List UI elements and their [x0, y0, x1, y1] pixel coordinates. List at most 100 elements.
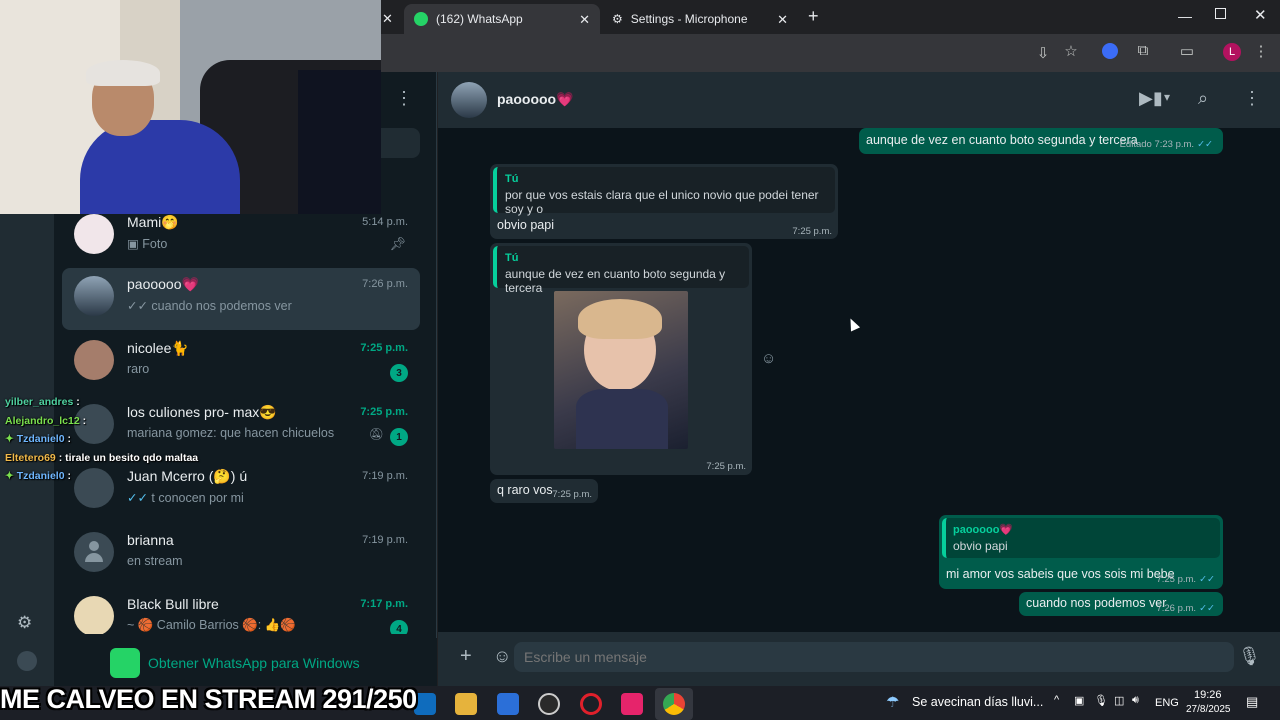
stream-chat-message: tirale un besito qdo maltaa: [65, 452, 199, 464]
conversation-header: paooooo💗 ▶▮ ▾ ⌕ ⋮: [438, 72, 1280, 128]
edited-label: Editado: [1119, 139, 1152, 150]
default-avatar-icon: [74, 532, 114, 572]
message-time: 7:25 p.m.: [552, 489, 592, 500]
image-attachment[interactable]: [554, 291, 688, 449]
close-tab-icon[interactable]: ✕: [777, 12, 788, 28]
stream-chat-line: ✦ Tzdaniel0 :: [5, 470, 71, 482]
chrome-taskbar-button[interactable]: [655, 688, 693, 720]
download-banner[interactable]: Obtener WhatsApp para Windows: [54, 638, 437, 686]
quoted-message[interactable]: Tú por que vos estais clara que el unico…: [493, 167, 835, 216]
chat-list-item-group[interactable]: los culiones pro- max😎 mariana gomez: qu…: [62, 396, 420, 458]
avatar: [74, 340, 114, 380]
quoted-author: paooooo💗: [953, 524, 1014, 536]
stream-chat-line: ✦ Tzdaniel0 :: [5, 433, 71, 445]
notifications-icon[interactable]: ▤: [1246, 694, 1258, 710]
volume-icon[interactable]: 🔊︎: [1132, 694, 1139, 707]
chat-name: Mami🤭: [127, 214, 179, 230]
quoted-message[interactable]: Tú aunque de vez en cuanto boto segunda …: [493, 246, 749, 295]
microphone-icon[interactable]: 🎙︎: [1238, 646, 1261, 667]
message-out[interactable]: aunque de vez en cuanto boto segunda y t…: [859, 128, 1223, 154]
install-app-icon[interactable]: ⇩: [1034, 44, 1052, 62]
search-icon[interactable]: ⌕: [1198, 88, 1208, 109]
message-time: 7:26 p.m.: [1156, 603, 1197, 614]
tab-label: (162) WhatsApp: [436, 12, 523, 26]
chat-list-item-paooooo[interactable]: paooooo💗 ✓✓ cuando nos podemos ver 7:26 …: [62, 268, 420, 330]
quoted-author: Tú: [505, 252, 519, 264]
tray-mic-icon[interactable]: 🎙︎: [1094, 694, 1108, 707]
chat-name: Juan Mcerro (🤔) ú: [127, 468, 248, 484]
prev-tab-close[interactable]: ✕: [382, 4, 398, 34]
chat-preview-text: cuando nos podemos ver: [151, 299, 292, 313]
double-check-icon: ✓✓: [127, 299, 152, 313]
tray-chevron-icon[interactable]: ^: [1054, 694, 1059, 706]
muted-bell-icon: 🔕︎: [368, 427, 384, 441]
attach-plus-icon[interactable]: +: [460, 645, 472, 668]
message-input[interactable]: [514, 642, 1234, 672]
chevron-down-icon[interactable]: ▾: [1164, 90, 1170, 104]
message-in[interactable]: Tú por que vos estais clara que el unico…: [490, 164, 838, 239]
whatsapp-logo-icon: [110, 648, 140, 678]
opera-icon[interactable]: [580, 693, 602, 715]
contact-avatar[interactable]: [451, 82, 487, 118]
chat-time: 7:25 p.m.: [360, 342, 408, 354]
message-meta: 7:25 p.m. ✓✓: [1156, 574, 1215, 585]
close-window-icon[interactable]: ✕: [1254, 6, 1267, 24]
chat-list-item-nicolee[interactable]: nicolee🐈 raro 7:25 p.m. 3: [62, 332, 420, 394]
obs-icon[interactable]: [538, 693, 560, 715]
chat-list-item-blackbull[interactable]: Black Bull libre ~ 🏀 Camilo Barrios 🏀: 👍…: [62, 588, 420, 634]
new-tab-button[interactable]: +: [808, 6, 819, 27]
search-chats-input[interactable]: [380, 128, 420, 158]
extensions-puzzle-icon[interactable]: ⧉: [1134, 42, 1152, 59]
tab-settings[interactable]: ⚙ Settings - Microphone ✕: [602, 4, 798, 34]
message-meta: 7:26 p.m. ✓✓: [1156, 603, 1215, 614]
message-out[interactable]: cuando nos podemos ver 7:26 p.m. ✓✓: [1019, 592, 1223, 616]
close-tab-icon[interactable]: ✕: [579, 12, 590, 28]
chat-preview-text: t conocen por mi: [151, 491, 244, 505]
chat-name: los culiones pro- max😎: [127, 404, 277, 420]
tab-search-icon[interactable]: ▭: [1178, 42, 1196, 60]
chat-list-item-juan[interactable]: Juan Mcerro (🤔) ú ✓✓ t conocen por mi 7:…: [62, 460, 420, 522]
outlook-icon[interactable]: [414, 693, 436, 715]
react-emoji-icon[interactable]: ☺: [761, 350, 776, 367]
settings-gear-icon[interactable]: ⚙: [17, 613, 32, 633]
clock-date[interactable]: 27/8/2025: [1186, 704, 1231, 715]
network-icon[interactable]: ◫: [1114, 694, 1124, 707]
quoted-message[interactable]: paooooo💗 obvio papi: [942, 518, 1220, 558]
message-meta: Editado 7:23 p.m. ✓✓: [1120, 139, 1213, 150]
tab-whatsapp[interactable]: (162) WhatsApp ✕: [404, 4, 600, 34]
sidebar-menu-icon[interactable]: ⋮: [395, 88, 413, 109]
double-check-icon: ✓✓: [1199, 574, 1215, 585]
tray-app-icon[interactable]: ▣: [1074, 694, 1084, 707]
webcam-overlay: [0, 0, 381, 214]
profile-icon[interactable]: [17, 651, 37, 671]
file-explorer-icon[interactable]: [455, 693, 477, 715]
message-out[interactable]: paooooo💗 obvio papi mi amor vos sabeis q…: [939, 515, 1223, 589]
tiktok-icon[interactable]: [621, 693, 643, 715]
chat-preview: ~ 🏀 Camilo Barrios 🏀: 👍🏀: [127, 618, 296, 632]
chat-preview: en stream: [127, 554, 183, 568]
profile-avatar[interactable]: L: [1223, 43, 1241, 61]
weather-widget[interactable]: Se avecinan días lluvi...: [912, 695, 1043, 709]
chat-preview: ✓✓ cuando nos podemos ver: [127, 298, 292, 313]
chat-preview: mariana gomez: que hacen chicuelos: [127, 426, 335, 440]
chrome-icon: [663, 693, 685, 715]
double-check-icon: ✓✓: [1199, 603, 1215, 614]
message-in[interactable]: q raro vos 7:25 p.m.: [490, 479, 598, 503]
message-in-image[interactable]: Tú aunque de vez en cuanto boto segunda …: [490, 243, 752, 475]
maximize-icon[interactable]: [1215, 8, 1226, 19]
emoji-icon[interactable]: ☺: [493, 646, 511, 667]
message-text: q raro vos: [497, 483, 553, 497]
contact-name[interactable]: paooooo💗: [497, 91, 574, 108]
store-icon[interactable]: [497, 693, 519, 715]
chat-list-item-brianna[interactable]: brianna en stream 7:19 p.m.: [62, 524, 420, 586]
extension-icon[interactable]: [1102, 43, 1118, 59]
chat-list-item-mami[interactable]: Mami🤭 ▣ Foto 5:14 p.m. 📌︎: [62, 206, 420, 268]
conversation-menu-icon[interactable]: ⋮: [1243, 88, 1261, 109]
minimize-icon[interactable]: —: [1178, 8, 1192, 24]
language-indicator[interactable]: ENG: [1155, 697, 1179, 709]
bookmark-star-icon[interactable]: ☆: [1062, 42, 1080, 60]
double-check-icon: ✓✓: [127, 491, 152, 505]
browser-menu-icon[interactable]: ⋮: [1252, 42, 1270, 60]
video-call-icon[interactable]: ▶▮: [1139, 88, 1163, 109]
clock-time[interactable]: 19:26: [1194, 689, 1222, 701]
